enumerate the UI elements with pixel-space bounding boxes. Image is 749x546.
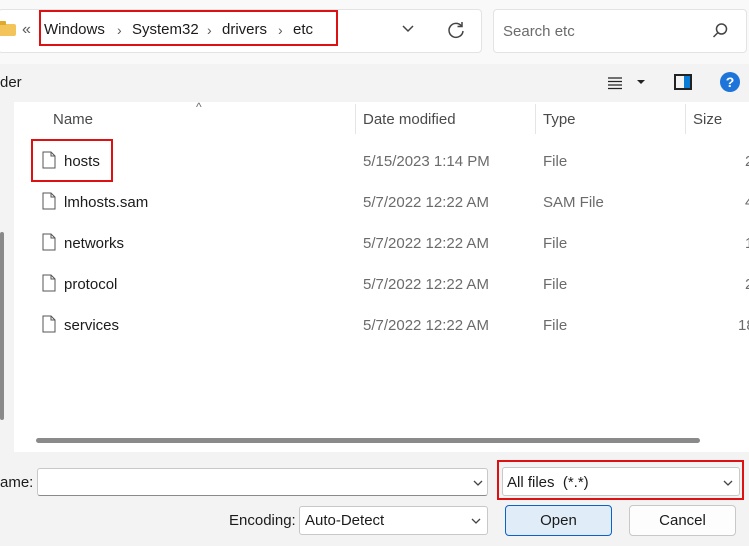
overflow-chevron-icon[interactable]: «: [22, 21, 31, 39]
file-name-field[interactable]: [37, 468, 488, 496]
file-type-highlight: [497, 460, 744, 500]
navigation-scrollbar[interactable]: [0, 232, 4, 420]
chevron-down-icon[interactable]: [472, 478, 484, 488]
view-dropdown-icon[interactable]: [636, 78, 646, 86]
refresh-icon[interactable]: [446, 20, 466, 40]
file-type: File: [543, 276, 568, 293]
file-name[interactable]: lmhosts.sam: [64, 194, 148, 211]
file-name-label: ame:: [0, 474, 34, 491]
column-header-size[interactable]: Size: [693, 111, 722, 128]
breadcrumb-highlight: [39, 10, 338, 46]
help-icon[interactable]: ?: [720, 72, 740, 92]
folder-icon: [0, 21, 16, 36]
encoding-value: Auto-Detect: [305, 512, 385, 529]
new-folder-button-label[interactable]: der: [0, 74, 22, 91]
preview-pane-icon[interactable]: [674, 74, 692, 90]
hosts-highlight: [31, 139, 113, 182]
sort-ascending-icon: ^: [196, 100, 202, 114]
horizontal-scrollbar[interactable]: [36, 438, 700, 443]
file-icon: [42, 315, 56, 333]
file-type: File: [543, 235, 568, 252]
chevron-down-icon[interactable]: [470, 516, 482, 526]
view-options-icon[interactable]: [607, 76, 623, 90]
file-date: 5/7/2022 12:22 AM: [363, 235, 489, 252]
file-date: 5/7/2022 12:22 AM: [363, 194, 489, 211]
column-header-name[interactable]: Name: [53, 111, 93, 128]
chevron-down-icon[interactable]: [400, 20, 416, 36]
open-button[interactable]: Open: [505, 505, 612, 536]
file-size: 1: [745, 235, 749, 252]
search-placeholder: Search etc: [503, 23, 575, 40]
file-size: 2: [745, 276, 749, 293]
file-icon: [42, 192, 56, 210]
file-size: 4: [745, 194, 749, 211]
cancel-button[interactable]: Cancel: [629, 505, 736, 536]
file-icon: [42, 274, 56, 292]
file-type: SAM File: [543, 194, 604, 211]
file-name[interactable]: services: [64, 317, 119, 334]
file-type: File: [543, 153, 568, 170]
file-date: 5/7/2022 12:22 AM: [363, 276, 489, 293]
file-type: File: [543, 317, 568, 334]
column-divider[interactable]: [535, 104, 536, 134]
file-icon: [42, 233, 56, 251]
encoding-label: Encoding:: [229, 512, 296, 529]
column-divider[interactable]: [685, 104, 686, 134]
file-size: 2: [745, 153, 749, 170]
column-header-type[interactable]: Type: [543, 111, 576, 128]
file-date: 5/15/2023 1:14 PM: [363, 153, 490, 170]
file-name[interactable]: protocol: [64, 276, 117, 293]
column-header-date-modified[interactable]: Date modified: [363, 111, 456, 128]
file-size: 18: [738, 317, 749, 334]
file-date: 5/7/2022 12:22 AM: [363, 317, 489, 334]
search-icon[interactable]: [711, 22, 729, 40]
file-name[interactable]: networks: [64, 235, 124, 252]
column-divider[interactable]: [355, 104, 356, 134]
